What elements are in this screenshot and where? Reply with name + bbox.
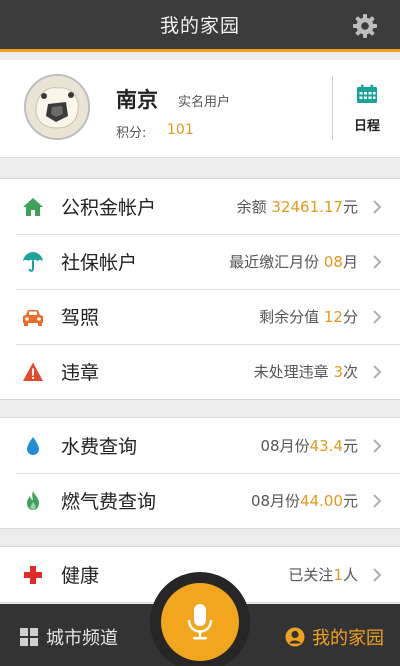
- warning-icon: [23, 362, 43, 381]
- list-item-value: 已关注1人: [288, 566, 358, 584]
- list-item-label: 违章: [61, 362, 100, 384]
- tab-label: 城市频道: [46, 628, 118, 649]
- chevron-right-icon: [373, 365, 382, 379]
- user-name: 南京: [116, 88, 158, 112]
- list-item-label: 公积金帐户: [61, 197, 157, 219]
- tab-city-channel[interactable]: 城市频道: [20, 624, 118, 650]
- list-item-value: 剩余分值 12分: [259, 308, 358, 326]
- list-item-housing-fund[interactable]: 公积金帐户 余额 32461.17元: [0, 179, 400, 234]
- avatar[interactable]: [24, 74, 90, 140]
- schedule-button[interactable]: 日程: [336, 84, 398, 134]
- list-item-label: 社保帐户: [61, 252, 138, 274]
- umbrella-icon: [23, 252, 43, 272]
- chevron-right-icon: [373, 568, 382, 582]
- calendar-icon: [357, 84, 377, 103]
- grid-icon: [20, 628, 38, 646]
- chevron-right-icon: [373, 494, 382, 508]
- verified-label: 实名用户: [178, 95, 231, 110]
- points-value: 101: [167, 122, 194, 138]
- car-icon: [23, 310, 43, 326]
- accounts-group: 公积金帐户 余额 32461.17元 社保帐户 最近缴汇月份 08月 驾照 剩余…: [0, 178, 400, 400]
- chevron-right-icon: [373, 255, 382, 269]
- app-header: 我的家园: [0, 0, 400, 52]
- chevron-right-icon: [373, 200, 382, 214]
- chevron-right-icon: [373, 439, 382, 453]
- list-item-label: 水费查询: [61, 436, 138, 458]
- page-title: 我的家园: [159, 15, 240, 37]
- person-icon: [285, 627, 305, 647]
- gear-icon[interactable]: [352, 13, 378, 39]
- list-item-social-insurance[interactable]: 社保帐户 最近缴汇月份 08月: [0, 234, 400, 289]
- divider: [332, 76, 333, 140]
- utilities-group: 水费查询 08月份43.4元 燃气费查询 08月份44.00元: [0, 417, 400, 529]
- list-item-value: 08月份43.4元: [260, 437, 358, 455]
- list-item-value: 余额 32461.17元: [236, 198, 358, 216]
- list-item-violations[interactable]: 违章 未处理违章 3次: [0, 344, 400, 399]
- microphone-icon: [187, 604, 213, 640]
- water-drop-icon: [27, 437, 39, 455]
- list-item-driver-license[interactable]: 驾照 剩余分值 12分: [0, 289, 400, 344]
- list-item-label: 驾照: [61, 307, 100, 329]
- list-item-water-bill[interactable]: 水费查询 08月份43.4元: [0, 418, 400, 473]
- tab-my-home[interactable]: 我的家园: [285, 624, 384, 650]
- profile-card[interactable]: 南京 实名用户 积分: 101 日程: [0, 60, 400, 158]
- points-label: 积分:: [116, 126, 147, 141]
- list-item-value: 08月份44.00元: [250, 492, 358, 510]
- list-item-value: 最近缴汇月份 08月: [229, 253, 358, 271]
- list-item-label: 健康: [61, 565, 100, 587]
- list-item-label: 燃气费查询: [61, 491, 157, 513]
- house-icon: [23, 198, 43, 216]
- list-item-value: 未处理违章 3次: [253, 363, 358, 381]
- chevron-right-icon: [373, 310, 382, 324]
- tab-label: 我的家园: [312, 628, 384, 649]
- flame-icon: [27, 491, 39, 510]
- list-item-gas-bill[interactable]: 燃气费查询 08月份44.00元: [0, 473, 400, 528]
- schedule-label: 日程: [353, 119, 380, 134]
- voice-button[interactable]: [161, 583, 239, 661]
- red-cross-icon: [24, 566, 42, 584]
